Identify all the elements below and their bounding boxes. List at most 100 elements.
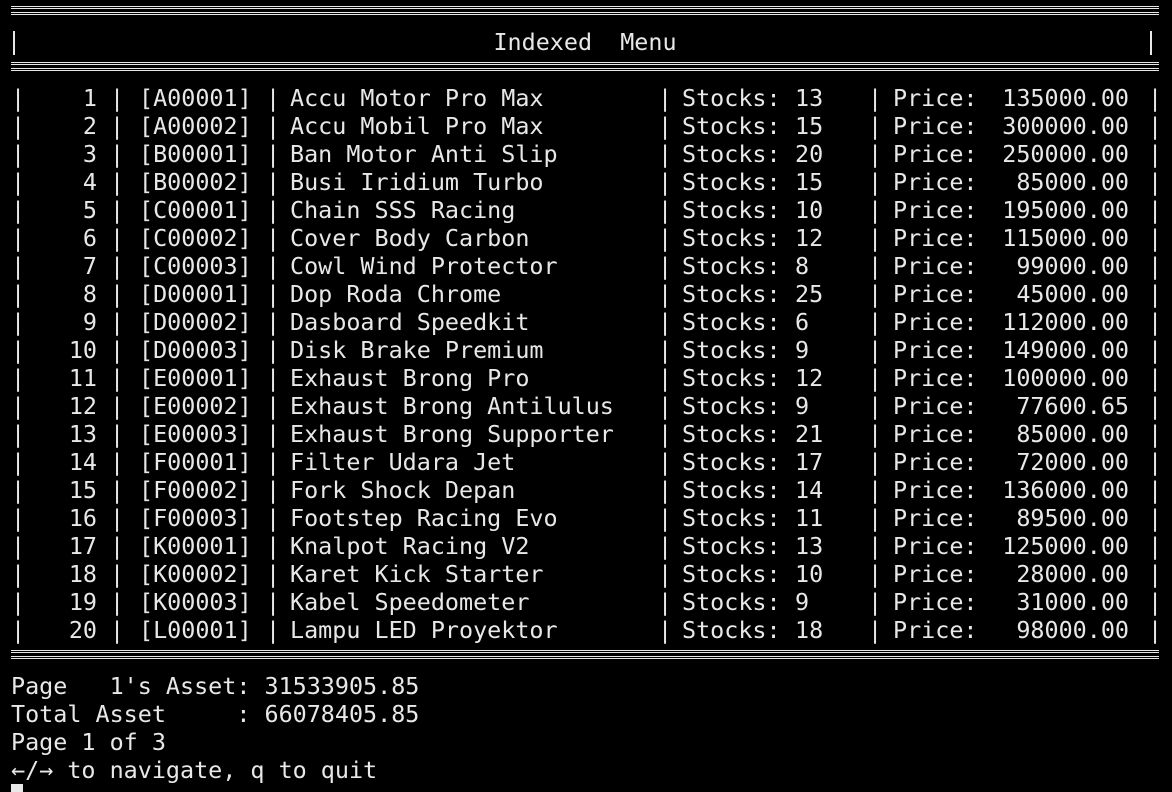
stocks-label: Stocks: [682, 476, 781, 504]
item-code: [F00001] [139, 448, 252, 476]
price-label: Price: [893, 588, 978, 616]
item-code: [E00002] [139, 392, 252, 420]
stocks-value: 14 [795, 476, 824, 504]
column-separator: | [658, 168, 673, 196]
column-separator: | [110, 588, 125, 616]
column-separator: | [11, 84, 26, 112]
item-name: Exhaust Brong Pro [290, 364, 530, 392]
column-separator: | [658, 224, 673, 252]
stocks-label: Stocks: [682, 196, 781, 224]
stocks-value: 12 [795, 364, 824, 392]
stocks-value: 17 [795, 448, 824, 476]
item-code: [C00003] [139, 252, 252, 280]
column-separator: | [658, 308, 673, 336]
price-value: 115000.00 [1002, 224, 1129, 252]
column-separator: | [658, 280, 673, 308]
column-separator: | [11, 168, 26, 196]
stocks-value: 9 [795, 392, 810, 420]
column-separator: | [1148, 504, 1163, 532]
table-row: 6 [C00002] Cover Body Carbon Stocks: 12 Price… [11, 224, 1163, 252]
column-separator: | [658, 336, 673, 364]
column-separator: | [266, 616, 281, 644]
table-row: 8 [D00001] Dop Roda Chrome Stocks: 25 Price: 4… [11, 280, 1162, 308]
column-separator: | [11, 448, 26, 476]
table-row: 18 [K00002] Karet Kick Starter Stocks: 10 Pri… [11, 560, 1163, 588]
page-asset-text: Page 1's Asset: 31533905.85 [11, 672, 420, 700]
stocks-value: 6 [795, 308, 810, 336]
column-separator: | [1148, 308, 1163, 336]
column-separator: | [11, 252, 26, 280]
item-name: Exhaust Brong Supporter [290, 420, 614, 448]
column-separator: | [11, 364, 26, 392]
column-separator: | [266, 392, 281, 420]
item-name: Disk Brake Premium [290, 336, 544, 364]
price-label: Price: [893, 364, 978, 392]
stocks-value: 10 [795, 196, 824, 224]
price-label: Price: [893, 280, 978, 308]
stocks-value: 10 [795, 560, 824, 588]
stocks-label: Stocks: [682, 364, 781, 392]
price-label: Price: [893, 392, 978, 420]
column-separator: | [658, 84, 673, 112]
column-separator: | [11, 616, 26, 644]
column-separator: | [658, 196, 673, 224]
column-separator: | [110, 84, 125, 112]
menu-title: Indexed Menu [493, 28, 677, 56]
column-separator: | [658, 448, 673, 476]
price-label: Price: [893, 532, 978, 560]
column-separator: | [11, 336, 26, 364]
price-value: 300000.00 [1002, 112, 1129, 140]
column-separator: | [11, 392, 26, 420]
stocks-label: Stocks: [682, 588, 781, 616]
item-name: Busi Iridium Turbo [290, 168, 544, 196]
stocks-value: 21 [795, 420, 824, 448]
stocks-value: 15 [795, 112, 824, 140]
stocks-value: 9 [795, 336, 810, 364]
stocks-value: 15 [795, 168, 824, 196]
column-separator: | [1148, 112, 1163, 140]
item-name: Karet Kick Starter [290, 560, 544, 588]
stocks-label: Stocks: [682, 84, 781, 112]
column-separator: | [110, 140, 125, 168]
item-name: Knalpot Racing V2 [290, 532, 530, 560]
table-row: 17 [K00001] Knalpot Racing V2 Stocks: 13 Pric… [11, 532, 1163, 560]
stocks-label: Stocks: [682, 280, 781, 308]
item-name: Accu Motor Pro Max [290, 84, 544, 112]
column-separator: | [1148, 532, 1163, 560]
column-separator: | [110, 420, 125, 448]
column-separator: | [1148, 420, 1163, 448]
column-separator: | [266, 532, 281, 560]
price-label: Price: [893, 504, 978, 532]
column-separator: | [110, 252, 125, 280]
table-row: 7 [C00003] Cowl Wind Protector Stocks: 8 Pric… [11, 252, 1162, 280]
table-row: 12 [E00002] Exhaust Brong Antilulus Stocks:… [11, 392, 1162, 420]
column-separator: | [868, 84, 883, 112]
table-row: 3 [B00001] Ban Motor Anti Slip Stocks: 20 Pri… [11, 140, 1163, 168]
terminal-cursor [11, 784, 23, 792]
column-separator: | [868, 168, 883, 196]
column-separator: | [868, 420, 883, 448]
price-label: Price: [893, 420, 978, 448]
column-separator: | [1148, 560, 1163, 588]
item-code: [A00001] [139, 84, 252, 112]
column-separator: | [266, 140, 281, 168]
stocks-value: 11 [795, 504, 824, 532]
price-value: 28000.00 [1016, 560, 1129, 588]
price-value: 85000.00 [1016, 168, 1129, 196]
column-separator: | [1148, 616, 1163, 644]
column-separator: | [658, 560, 673, 588]
price-value: 250000.00 [1002, 140, 1129, 168]
item-code: [F00003] [139, 504, 252, 532]
item-code: [B00002] [139, 168, 252, 196]
stocks-label: Stocks: [682, 532, 781, 560]
price-label: Price: [893, 616, 978, 644]
column-separator: | [1148, 140, 1163, 168]
item-name: Fork Shock Depan [290, 476, 516, 504]
column-separator: | [658, 252, 673, 280]
stocks-value: 20 [795, 140, 824, 168]
column-separator: | [868, 448, 883, 476]
column-separator: | [1148, 224, 1163, 252]
column-separator: | [266, 448, 281, 476]
item-name: Kabel Speedometer [290, 588, 530, 616]
column-separator: | [1148, 364, 1163, 392]
